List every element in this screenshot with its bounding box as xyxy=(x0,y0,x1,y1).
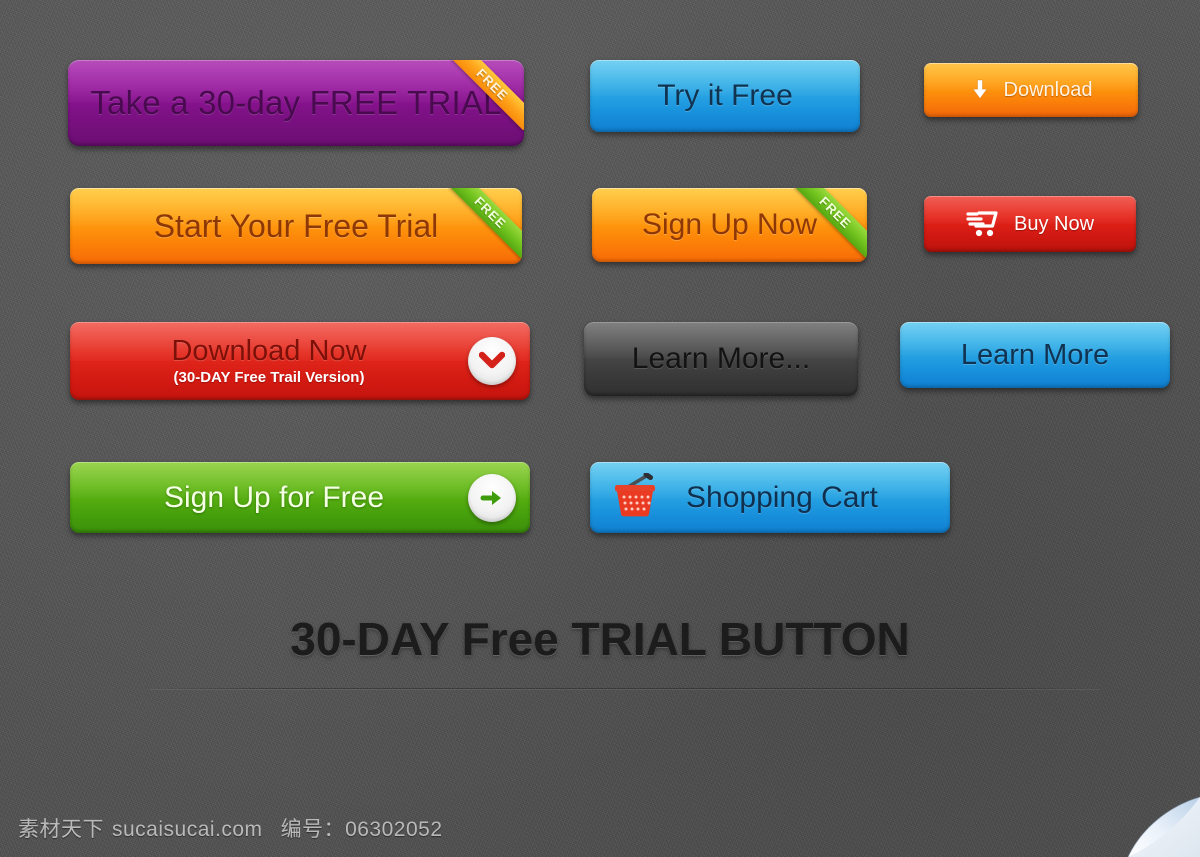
footer-code-label: 编号： xyxy=(280,818,346,841)
download-arrow-icon xyxy=(970,79,990,101)
footer-brand: 素材天下 xyxy=(18,818,104,841)
buy-now-button[interactable]: Buy Now xyxy=(924,196,1136,252)
download-now-button[interactable]: Download Now (30-DAY Free Trail Version) xyxy=(70,322,530,400)
sign-up-text-block: Sign Up for Free xyxy=(70,481,454,515)
arrow-right-circle-icon[interactable] xyxy=(454,473,530,522)
button-label: Download xyxy=(1003,78,1093,101)
button-label: Take a 30-day FREE TRIAL xyxy=(90,84,502,121)
learn-more-button[interactable]: Learn More xyxy=(900,322,1170,388)
footer-watermark: 素材天下 sucaisucai.com 编号：06302052 xyxy=(18,813,443,843)
button-label: Sign Up Now xyxy=(641,208,818,241)
shopping-cart-icon xyxy=(966,210,1000,238)
button-label: Learn More xyxy=(960,338,1110,371)
circle-badge xyxy=(468,473,516,522)
try-it-free-button[interactable]: Try it Free xyxy=(590,60,860,132)
free-ribbon-label: FREE xyxy=(448,188,522,259)
button-label: Start Your Free Trial xyxy=(153,207,439,244)
button-label: Download Now xyxy=(171,335,367,368)
free-ribbon-icon: FREE xyxy=(448,188,522,262)
footer-site: sucaisucai.com xyxy=(112,818,263,841)
circle-badge xyxy=(468,337,516,385)
download-button[interactable]: Download xyxy=(924,63,1138,117)
shopping-basket-icon xyxy=(612,472,668,523)
button-label: Buy Now xyxy=(1013,212,1095,235)
button-label: Sign Up for Free xyxy=(163,480,385,514)
page-title: 30-DAY Free TRIAL BUTTON xyxy=(290,613,910,665)
sign-up-for-free-button[interactable]: Sign Up for Free xyxy=(70,462,530,533)
footer-code: 06302052 xyxy=(345,818,443,841)
learn-more-ellipsis-button[interactable]: Learn More... xyxy=(584,322,858,396)
page-curl-icon xyxy=(1088,757,1200,857)
divider xyxy=(150,688,1100,689)
button-label: Learn More... xyxy=(631,342,811,375)
download-now-text-block: Download Now (30-DAY Free Trail Version) xyxy=(70,335,454,386)
start-your-free-trial-button[interactable]: Start Your Free Trial FREE xyxy=(70,188,522,264)
button-sublabel: (30-DAY Free Trail Version) xyxy=(173,368,365,386)
canvas: Take a 30-day FREE TRIAL FREE Try it Fre… xyxy=(0,0,1200,857)
shopping-cart-button[interactable]: Shopping Cart xyxy=(590,462,950,533)
button-label: Shopping Cart xyxy=(686,480,878,514)
button-label: Try it Free xyxy=(657,79,793,112)
take-30-day-free-trial-button[interactable]: Take a 30-day FREE TRIAL FREE xyxy=(68,60,524,146)
chevron-down-circle-icon[interactable] xyxy=(454,337,530,385)
sign-up-now-button[interactable]: Sign Up Now FREE xyxy=(592,188,867,262)
